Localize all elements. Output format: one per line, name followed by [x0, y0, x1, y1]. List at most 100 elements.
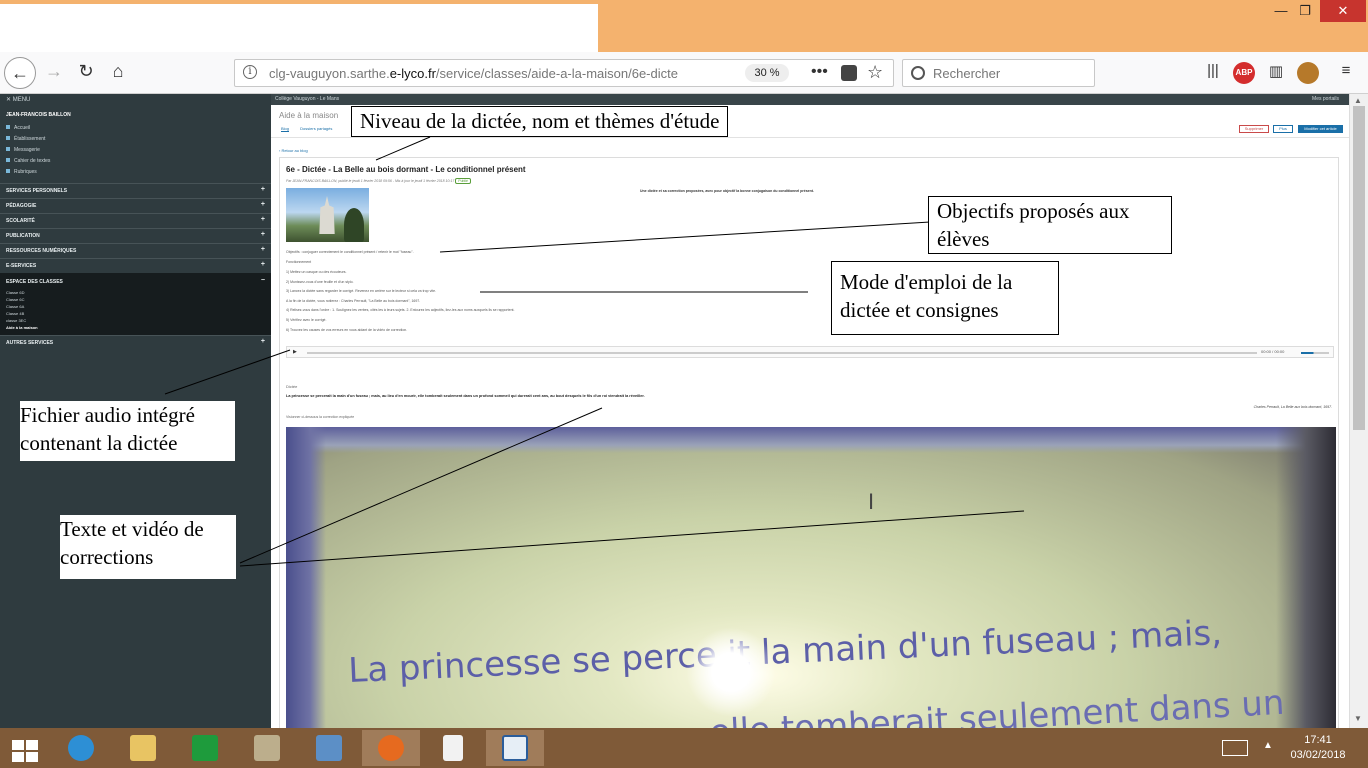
tray-expand-icon[interactable]: ▲ [1263, 740, 1273, 751]
search-bar[interactable]: Rechercher [902, 59, 1095, 87]
annotation-objectifs-line2: élèves [937, 227, 990, 251]
delete-button[interactable]: Supprimer [1239, 125, 1269, 133]
close-button[interactable]: ✕ [1320, 0, 1366, 22]
sidebar-section-ressources[interactable]: RESSOURCES NUMÉRIQUES + [0, 243, 271, 258]
start-button[interactable] [0, 730, 58, 766]
system-clock[interactable]: 17:41 03/02/2018 [1288, 733, 1348, 763]
scroll-thumb[interactable] [1353, 106, 1365, 430]
page-scrollbar[interactable]: ▲ ▼ [1349, 94, 1368, 728]
audio-seek-bar[interactable] [307, 352, 1257, 354]
sidebar-section-autres[interactable]: AUTRES SERVICES + [0, 335, 271, 350]
windows-taskbar: ▲ 17:41 03/02/2018 [0, 728, 1368, 768]
windows-logo-icon [12, 740, 38, 762]
sidebar-toggle-icon[interactable]: ▥ [1265, 62, 1287, 84]
scroll-up-arrow-icon[interactable]: ▲ [1354, 96, 1362, 105]
sidebar-class-3ec[interactable]: classe 3EC [0, 317, 271, 324]
tab-blog[interactable]: Blog [281, 126, 290, 132]
zoom-level-badge[interactable]: 30 % [745, 64, 789, 82]
volume-slider[interactable] [1301, 352, 1329, 354]
edit-article-button[interactable]: Modifier cet article [1298, 125, 1343, 133]
sidebar-section-pedagogie[interactable]: PÉDAGOGIE + [0, 198, 271, 213]
keyboard-icon[interactable] [1222, 740, 1248, 756]
sidebar-section-classes[interactable]: ESPACE DES CLASSES − [0, 275, 271, 289]
document-icon [443, 735, 463, 761]
sidebar-link-rubriques[interactable]: Rubriques [0, 166, 271, 177]
bookmark-star-icon[interactable]: ☆ [867, 62, 883, 83]
sidebar-class-6c[interactable]: Classe 6C [0, 296, 271, 303]
file-explorer-icon [130, 735, 156, 761]
pocket-icon[interactable] [841, 65, 857, 81]
taskbar-writer[interactable] [486, 730, 544, 766]
correction-video[interactable]: I La princesse se perce it la main d'un … [286, 427, 1336, 728]
portals-menu[interactable]: Mes portails [1312, 96, 1339, 102]
header-divider [271, 137, 1349, 138]
page-actions-icon[interactable]: ••• [811, 63, 828, 81]
sidebar-link-accueil[interactable]: Accueil [0, 122, 271, 133]
taskbar-network[interactable] [300, 730, 358, 766]
back-to-blog-link[interactable]: ‹ Retour au blog [279, 148, 308, 153]
text-cursor-icon: I [868, 489, 875, 514]
sidebar-menu-toggle[interactable]: ✕ MENU [0, 94, 271, 106]
sidebar-section-scolarite[interactable]: SCOLARITÉ + [0, 213, 271, 228]
video-label: Visionner ci-dessous la correction expli… [286, 415, 355, 419]
library-icon[interactable]: ||| [1202, 62, 1224, 84]
play-icon[interactable]: ▶ [293, 349, 297, 355]
annotation-audio-line2: contenant la dictée [20, 431, 178, 455]
sidebar-link-messagerie[interactable]: Messagerie [0, 144, 271, 155]
sidebar-classes-panel: ESPACE DES CLASSES − Classe 6D Classe 6C … [0, 273, 271, 335]
taskbar-file-explorer[interactable] [114, 730, 172, 766]
taskbar-store[interactable] [176, 730, 234, 766]
annotation-mode-line1: Mode d'emploi de la [840, 270, 1013, 294]
sidebar-class-6a[interactable]: Classe 6A [0, 303, 271, 310]
taskbar-tool[interactable] [238, 730, 296, 766]
sidebar-link-etablissement[interactable]: Établissement [0, 133, 271, 144]
school-name[interactable]: Collège Vauguyon - Le Mans [275, 96, 339, 102]
search-input[interactable]: Rechercher [933, 66, 1000, 81]
network-icon [316, 735, 342, 761]
back-button[interactable]: ← [4, 57, 36, 89]
sidebar-link-cahier[interactable]: Cahier de textes [0, 155, 271, 166]
castle-shape [319, 196, 335, 234]
taskbar-internet-explorer[interactable] [52, 730, 110, 766]
sidebar-user-name[interactable]: JEAN-FRANCOIS BAILLON [0, 106, 271, 122]
address-bar[interactable]: i clg-vauguyon.sarthe.e-lyco.fr/service/… [234, 59, 894, 87]
forward-button[interactable]: → [42, 61, 66, 82]
annotation-mode-line2: dictée et consignes [840, 298, 999, 322]
adblock-icon[interactable]: ABP [1233, 62, 1255, 84]
reload-button[interactable]: ↻ [74, 61, 98, 82]
sidebar-class-6d[interactable]: Classe 6D [0, 289, 271, 296]
article-title: 6e - Dictée - La Belle au bois dormant -… [286, 165, 526, 174]
search-icon [911, 66, 925, 80]
titlebar-blank-area [0, 4, 598, 52]
tab-shared-folders[interactable]: Dossiers partagés [300, 126, 332, 131]
dictee-author: Charles Perrault, La Belle aux bois dorm… [1253, 405, 1332, 409]
audio-time: 00:00 / 00:00 [1261, 349, 1285, 354]
store-icon [192, 735, 218, 761]
annotation-objectifs-line1: Objectifs proposés aux [937, 199, 1130, 223]
article-step: 3) Lancez la dictée sans regarder le cor… [286, 289, 436, 293]
sidebar-section-services[interactable]: SERVICES PERSONNELS + [0, 183, 271, 198]
annotation-texte-line1: Texte et vidéo de [60, 517, 204, 541]
url-text[interactable]: clg-vauguyon.sarthe.e-lyco.fr/service/cl… [269, 66, 709, 81]
scroll-down-arrow-icon[interactable]: ▼ [1354, 714, 1362, 723]
site-info-icon[interactable]: i [243, 65, 257, 79]
home-button[interactable]: ⌂ [106, 61, 130, 82]
sidebar-class-aide[interactable]: Aide à la maison [0, 324, 271, 331]
dictee-text: La princesse se percerait la main d'un f… [286, 394, 645, 398]
restore-button[interactable]: ❐ [1290, 0, 1320, 22]
more-button[interactable]: Plus [1273, 125, 1293, 133]
profile-avatar-icon[interactable] [1297, 62, 1319, 84]
window-titlebar: — ❐ ✕ [0, 0, 1368, 52]
annotation-audio-line1: Fichier audio intégré [20, 403, 195, 427]
sidebar-section-eservices[interactable]: E-SERVICES + [0, 258, 271, 273]
taskbar-document[interactable] [424, 730, 482, 766]
content-tabs: Blog Dossiers partagés [281, 126, 342, 132]
sidebar-class-4b[interactable]: Classe 4B [0, 310, 271, 317]
main-content: Aide à la maison Blog Dossiers partagés … [271, 105, 1349, 728]
sidebar-section-publication[interactable]: PUBLICATION + [0, 228, 271, 243]
taskbar-firefox[interactable] [362, 730, 420, 766]
video-frame-top [286, 427, 1336, 453]
light-glare [686, 627, 776, 717]
hamburger-menu-icon[interactable]: ≡ [1335, 62, 1357, 84]
article-intro: Une dictée et sa correction proposées, a… [640, 189, 814, 193]
